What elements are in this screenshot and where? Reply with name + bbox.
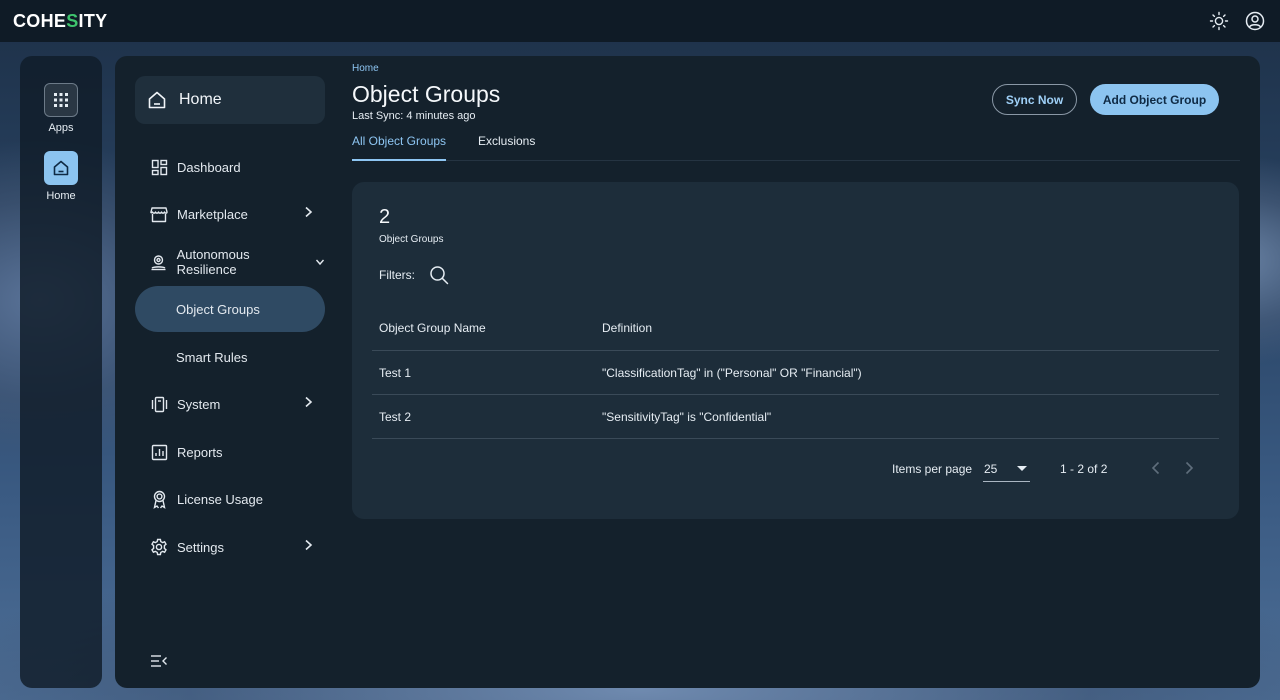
sidebar-item-dashboard[interactable]: Dashboard xyxy=(135,144,325,190)
sidebar-item-label: Reports xyxy=(177,444,223,460)
items-per-page-select[interactable]: 25 xyxy=(983,454,1030,482)
gear-icon xyxy=(150,538,168,556)
collapse-sidebar-icon[interactable] xyxy=(150,654,168,668)
sidebar-item-label: Settings xyxy=(177,539,224,555)
last-sync-text: Last Sync: 4 minutes ago xyxy=(352,110,476,122)
chevron-right-icon xyxy=(303,539,313,554)
sidebar-item-license-usage[interactable]: License Usage xyxy=(135,476,325,522)
system-icon xyxy=(150,395,168,413)
chevron-down-icon xyxy=(315,257,325,267)
table-header-row: Object Group Name Definition xyxy=(372,306,1219,351)
object-group-count-label: Object Groups xyxy=(379,234,444,245)
filters-bar: Filters: xyxy=(379,265,449,285)
chevron-right-icon xyxy=(303,396,313,411)
paginator: Items per page 25 1 - 2 of 2 xyxy=(352,454,1239,484)
license-icon xyxy=(150,490,168,509)
rail-apps-label: Apps xyxy=(48,122,74,134)
table-row[interactable]: Test 2 "SensitivityTag" is "Confidential… xyxy=(372,395,1219,439)
sidebar-item-label: System xyxy=(177,396,221,412)
content-area: Home Object Groups Last Sync: 4 minutes … xyxy=(352,56,1240,688)
sync-now-button[interactable]: Sync Now xyxy=(992,84,1077,115)
column-header-name[interactable]: Object Group Name xyxy=(379,306,486,350)
items-per-page-value: 25 xyxy=(984,462,998,476)
tab-exclusions[interactable]: Exclusions xyxy=(478,134,535,161)
items-per-page-label: Items per page xyxy=(892,462,973,476)
apps-grid-icon[interactable] xyxy=(44,83,78,117)
row-definition-cell: "SensitivityTag" is "Confidential" xyxy=(602,409,772,424)
sidebar-item-marketplace[interactable]: Marketplace xyxy=(135,191,325,237)
filters-label: Filters: xyxy=(379,268,415,282)
cohesity-logo[interactable]: COHESITY xyxy=(13,11,107,32)
table-row[interactable]: Test 1 "ClassificationTag" in ("Personal… xyxy=(372,351,1219,395)
sidebar-item-autonomous-resilience[interactable]: Autonomous Resilience xyxy=(135,239,325,285)
store-icon xyxy=(150,205,168,223)
sidebar-item-label: Dashboard xyxy=(177,159,241,175)
add-object-group-button[interactable]: Add Object Group xyxy=(1090,84,1219,115)
tab-all-object-groups[interactable]: All Object Groups xyxy=(352,134,447,161)
sidebar-item-label: License Usage xyxy=(177,491,263,507)
tab-bar: All Object Groups Exclusions xyxy=(352,134,1240,161)
theme-sun-icon[interactable] xyxy=(1208,10,1230,32)
sidebar-item-smart-rules[interactable]: Smart Rules xyxy=(135,334,325,380)
reports-icon xyxy=(150,443,168,461)
top-bar: COHESITY xyxy=(0,0,1280,42)
sidebar-home-card[interactable]: Home xyxy=(135,76,325,124)
dropdown-caret-icon xyxy=(1017,466,1027,471)
rail-apps[interactable]: Apps xyxy=(20,83,102,134)
search-icon[interactable] xyxy=(429,265,449,285)
app-rail: Apps Home xyxy=(20,56,102,688)
chevron-right-icon xyxy=(303,206,313,221)
previous-page-icon[interactable] xyxy=(1149,460,1163,476)
home-icon[interactable] xyxy=(44,151,78,185)
object-groups-table: Object Group Name Definition Test 1 "Cla… xyxy=(372,306,1219,439)
home-icon xyxy=(147,90,167,110)
sidebar-item-label: Smart Rules xyxy=(176,349,248,365)
sidebar-item-label: Marketplace xyxy=(177,206,248,222)
pagination-range: 1 - 2 of 2 xyxy=(1060,462,1108,476)
sidebar-item-settings[interactable]: Settings xyxy=(135,524,325,570)
row-name-cell: Test 1 xyxy=(379,365,412,380)
breadcrumb[interactable]: Home xyxy=(352,63,379,74)
column-header-definition[interactable]: Definition xyxy=(602,306,652,350)
dashboard-icon xyxy=(150,158,168,176)
sidebar-item-label: Object Groups xyxy=(176,301,260,317)
sidebar-item-reports[interactable]: Reports xyxy=(135,429,325,475)
resilience-icon xyxy=(150,253,168,271)
object-groups-card: 2 Object Groups Filters: Object Group Na… xyxy=(352,182,1239,519)
page-title: Object Groups xyxy=(352,81,501,107)
sidebar-nav: Home Dashboard Marketplace Autonomous Re… xyxy=(115,56,340,688)
row-name-cell: Test 2 xyxy=(379,409,412,424)
rail-home[interactable]: Home xyxy=(20,151,102,202)
sidebar-home-label: Home xyxy=(179,91,222,108)
main-panel: Home Dashboard Marketplace Autonomous Re… xyxy=(115,56,1260,688)
sidebar-item-object-groups[interactable]: Object Groups xyxy=(135,286,325,332)
rail-home-label: Home xyxy=(46,190,76,202)
object-group-count: 2 xyxy=(379,206,391,228)
row-definition-cell: "ClassificationTag" in ("Personal" OR "F… xyxy=(602,365,862,380)
sidebar-item-label: Autonomous Resilience xyxy=(176,247,250,277)
sidebar-item-system[interactable]: System xyxy=(135,381,325,427)
user-account-icon[interactable] xyxy=(1244,10,1266,32)
next-page-icon[interactable] xyxy=(1182,460,1196,476)
